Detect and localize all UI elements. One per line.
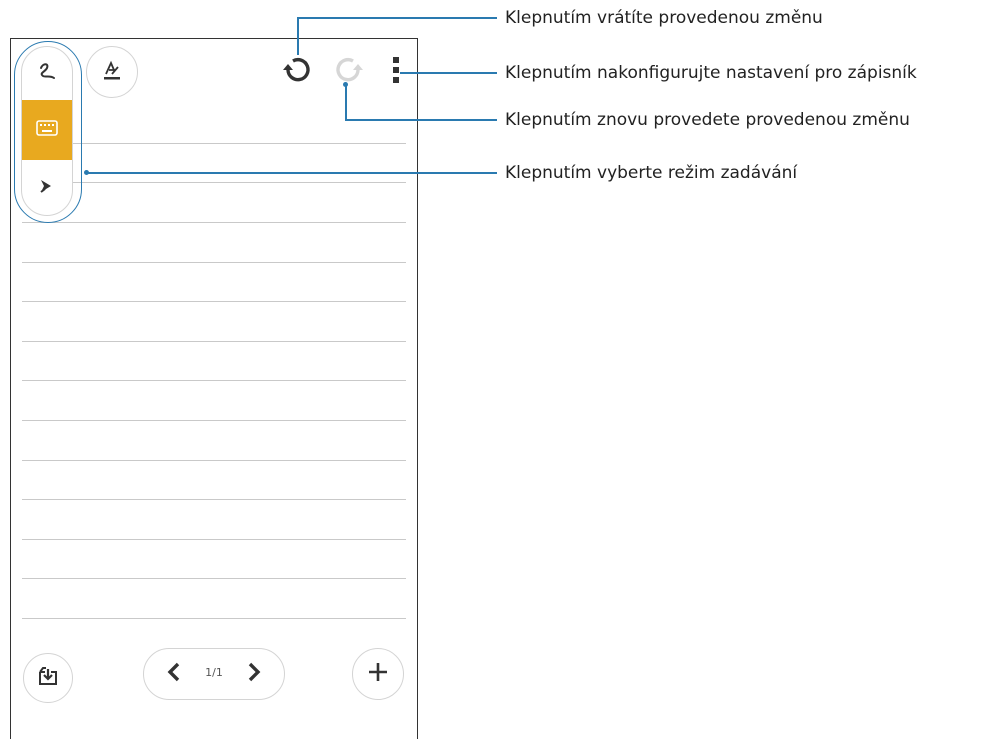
callout-line-undo xyxy=(297,17,497,19)
callout-undo: Klepnutím vrátíte provedenou změnu xyxy=(505,8,823,28)
ruled-line xyxy=(22,420,406,421)
callout-settings: Klepnutím nakonfigurujte nastavení pro z… xyxy=(505,63,917,83)
import-icon xyxy=(36,664,60,693)
add-icon xyxy=(366,660,390,689)
next-page-button[interactable] xyxy=(236,649,272,699)
pen-icon xyxy=(37,176,57,201)
undo-icon xyxy=(280,53,314,92)
format-text-icon xyxy=(100,58,124,87)
keyboard-icon xyxy=(36,119,58,141)
redo-icon xyxy=(332,53,366,92)
add-page-button[interactable] xyxy=(352,648,404,700)
pen-mode-button[interactable] xyxy=(22,161,72,215)
callout-line-settings xyxy=(400,72,497,74)
ruled-line xyxy=(22,301,406,302)
undo-button[interactable] xyxy=(278,53,316,91)
chevron-right-icon xyxy=(247,662,261,687)
ruled-line xyxy=(22,460,406,461)
ruled-line xyxy=(22,539,406,540)
callout-line-undo xyxy=(297,17,299,55)
callout-redo: Klepnutím znovu provedete provedenou změ… xyxy=(505,110,910,130)
handwriting-mode-button[interactable] xyxy=(22,47,72,99)
callout-input-mode: Klepnutím vyberte režim zadávání xyxy=(505,163,798,183)
ruled-line xyxy=(22,578,406,579)
import-button[interactable] xyxy=(23,653,73,703)
ruled-line xyxy=(22,380,406,381)
format-text-button[interactable] xyxy=(86,46,138,98)
ruled-line xyxy=(22,222,406,223)
callout-line-redo xyxy=(345,119,497,121)
ruled-line xyxy=(22,618,406,619)
ruled-line xyxy=(22,341,406,342)
input-mode-selector xyxy=(21,46,73,216)
ruled-line xyxy=(22,262,406,263)
ruled-line xyxy=(22,499,406,500)
callout-line-input-mode xyxy=(86,172,497,174)
page-navigator: 1/1 xyxy=(143,648,285,700)
callout-line-redo xyxy=(345,85,347,119)
redo-button[interactable] xyxy=(330,53,368,91)
handwriting-icon xyxy=(35,59,59,88)
keyboard-mode-button[interactable] xyxy=(22,100,72,160)
more-vert-icon xyxy=(392,56,400,89)
